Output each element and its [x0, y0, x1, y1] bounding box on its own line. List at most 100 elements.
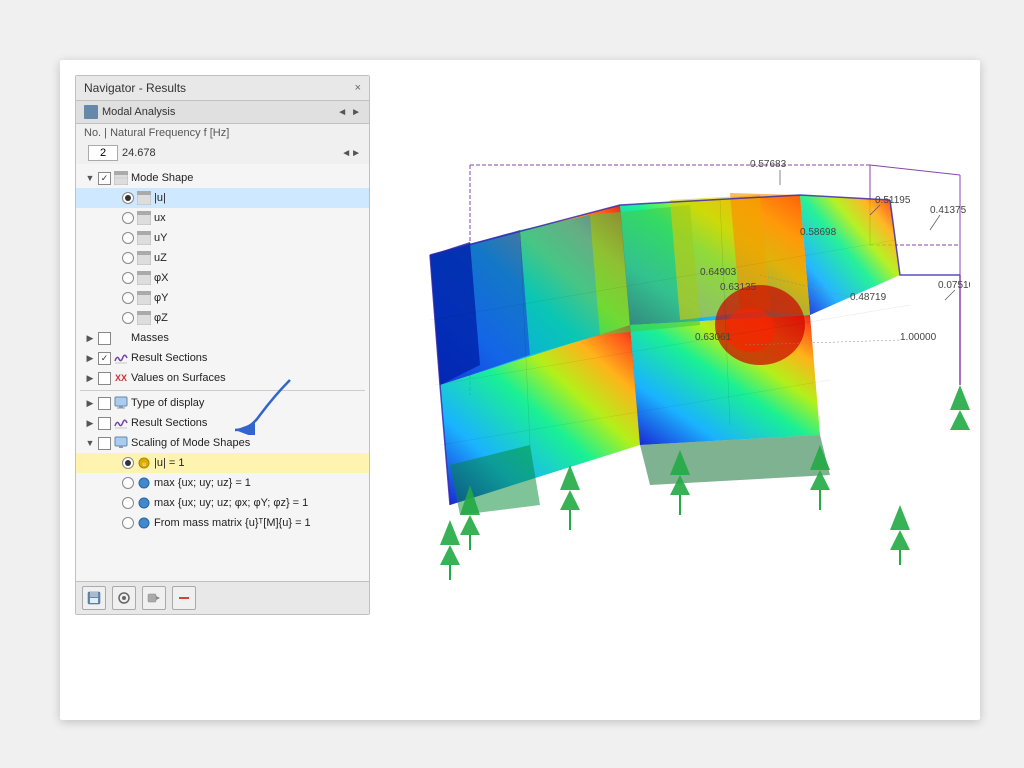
- result-sections-top-label: Result Sections: [131, 352, 207, 364]
- freq-label: No. | Natural Frequency f [Hz]: [84, 127, 229, 139]
- masses-checkbox[interactable]: [98, 332, 111, 345]
- values-surfaces-label: Values on Surfaces: [131, 372, 226, 384]
- result-sections-bot-label: Result Sections: [131, 417, 207, 429]
- scale-mass-radio[interactable]: [122, 517, 134, 529]
- tree-u-abs[interactable]: |u|: [76, 188, 369, 208]
- tree-masses[interactable]: Masses: [76, 328, 369, 348]
- tree-uz[interactable]: uZ: [76, 248, 369, 268]
- scale-max-all-icon: [137, 496, 151, 510]
- type-display-checkbox[interactable]: [98, 397, 111, 410]
- tree-scale-mass[interactable]: From mass matrix {u}ᵀ[M]{u} = 1: [76, 513, 369, 533]
- masses-expand[interactable]: [84, 332, 96, 344]
- svg-text:0.07510: 0.07510: [938, 280, 970, 291]
- type-display-expand[interactable]: [84, 397, 96, 409]
- ux-radio[interactable]: [122, 212, 134, 224]
- uy-label: uY: [154, 232, 167, 244]
- values-surfaces-checkbox[interactable]: [98, 372, 111, 385]
- tree-values-surfaces[interactable]: XX Values on Surfaces: [76, 368, 369, 388]
- py-label: φY: [154, 292, 168, 304]
- masses-icon: [114, 331, 128, 345]
- freq-value: 24.678: [122, 147, 156, 159]
- px-label: φX: [154, 272, 168, 284]
- navigator-panel: Navigator - Results × Modal Analysis ◄ ►…: [75, 75, 370, 615]
- scaling-expand[interactable]: [84, 437, 96, 449]
- masses-label: Masses: [131, 332, 169, 344]
- scaling-checkbox[interactable]: [98, 437, 111, 450]
- tree-type-display[interactable]: Type of display: [76, 393, 369, 413]
- mode-shape-label: Mode Shape: [131, 172, 193, 184]
- values-surfaces-expand[interactable]: [84, 372, 96, 384]
- py-radio[interactable]: [122, 292, 134, 304]
- tree-result-sections-top[interactable]: Result Sections: [76, 348, 369, 368]
- scale-max-all-radio[interactable]: [122, 497, 134, 509]
- tree-result-sections-bot[interactable]: Result Sections: [76, 413, 369, 433]
- svg-text:0.57683: 0.57683: [750, 159, 787, 170]
- scale-mass-expand: [108, 517, 120, 529]
- toolbar-record-btn[interactable]: [142, 586, 166, 610]
- tree-py[interactable]: φY: [76, 288, 369, 308]
- result-sections-bot-icon: [114, 416, 128, 430]
- tree-content[interactable]: Mode Shape |u| ux: [76, 164, 369, 581]
- tree-scale-max-all[interactable]: max {ux; uy; uz; φx; φY; φz} = 1: [76, 493, 369, 513]
- scale-mass-label: From mass matrix {u}ᵀ[M]{u} = 1: [154, 517, 311, 529]
- scale-mass-icon: [137, 516, 151, 530]
- pz-radio[interactable]: [122, 312, 134, 324]
- result-sections-top-icon: [114, 351, 128, 365]
- freq-prev[interactable]: ◄: [341, 148, 351, 159]
- u-abs-expand: [108, 192, 120, 204]
- toolbar-save-btn[interactable]: [82, 586, 106, 610]
- svg-text:0.63061: 0.63061: [695, 332, 732, 343]
- scale-max-xyz-expand: [108, 477, 120, 489]
- nav-title-bar: Navigator - Results ×: [76, 76, 369, 101]
- analysis-bar: Modal Analysis ◄ ►: [76, 101, 369, 124]
- tree-scale-max-xyz[interactable]: max {ux; uy; uz} = 1: [76, 473, 369, 493]
- analysis-prev[interactable]: ◄: [337, 107, 347, 118]
- tree-scaling[interactable]: Scaling of Mode Shapes: [76, 433, 369, 453]
- toolbar-view-btn[interactable]: [112, 586, 136, 610]
- result-sections-top-checkbox[interactable]: [98, 352, 111, 365]
- frequency-row: No. | Natural Frequency f [Hz]: [76, 124, 369, 142]
- uy-icon: [137, 231, 151, 245]
- tree-px[interactable]: φX: [76, 268, 369, 288]
- tree-scale-u1[interactable]: u |u| = 1: [76, 453, 369, 473]
- tree-pz[interactable]: φZ: [76, 308, 369, 328]
- scale-max-xyz-radio[interactable]: [122, 477, 134, 489]
- freq-next[interactable]: ►: [351, 148, 361, 159]
- nav-title: Navigator - Results: [84, 81, 186, 95]
- u-abs-radio[interactable]: [122, 192, 134, 204]
- nav-close-btn[interactable]: ×: [355, 82, 361, 94]
- nav-toolbar: [76, 581, 369, 614]
- result-sections-top-expand[interactable]: [84, 352, 96, 364]
- scale-u1-radio[interactable]: [122, 457, 134, 469]
- result-sections-bot-checkbox[interactable]: [98, 417, 111, 430]
- mode-shape-expand[interactable]: [84, 172, 96, 184]
- result-sections-bot-expand[interactable]: [84, 417, 96, 429]
- svg-text:0.51195: 0.51195: [875, 195, 911, 206]
- frequency-value-row: 24.678 ◄ ►: [76, 142, 369, 164]
- tree-mode-shape[interactable]: Mode Shape: [76, 168, 369, 188]
- pz-icon: [137, 311, 151, 325]
- uz-icon: [137, 251, 151, 265]
- ux-icon: [137, 211, 151, 225]
- freq-no-input[interactable]: [88, 145, 118, 161]
- analysis-next[interactable]: ►: [351, 107, 361, 118]
- uz-radio[interactable]: [122, 252, 134, 264]
- separator: [80, 390, 365, 391]
- svg-text:1.00000: 1.00000: [900, 332, 937, 343]
- uz-expand: [108, 252, 120, 264]
- viz-area: 0.57683 0.51195 0.41375 0.58698 0.64903 …: [370, 75, 970, 615]
- type-display-label: Type of display: [131, 397, 204, 409]
- mode-shape-checkbox[interactable]: [98, 172, 111, 185]
- scale-max-all-expand: [108, 497, 120, 509]
- analysis-icon: [84, 105, 98, 119]
- uy-radio[interactable]: [122, 232, 134, 244]
- toolbar-line-btn[interactable]: [172, 586, 196, 610]
- py-expand: [108, 292, 120, 304]
- svg-text:0.41375: 0.41375: [930, 205, 967, 216]
- type-display-icon: [114, 396, 128, 410]
- px-radio[interactable]: [122, 272, 134, 284]
- tree-ux[interactable]: ux: [76, 208, 369, 228]
- tree-uy[interactable]: uY: [76, 228, 369, 248]
- values-surfaces-icon: XX: [114, 371, 128, 385]
- uy-expand: [108, 232, 120, 244]
